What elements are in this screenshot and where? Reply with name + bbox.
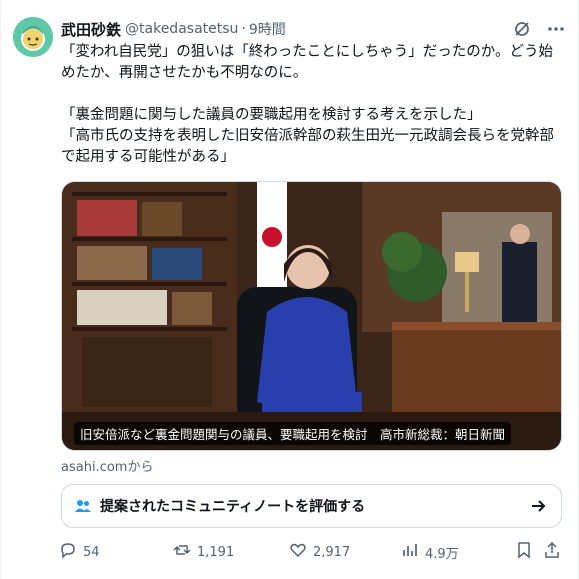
author-name[interactable]: 武田砂鉄 (61, 19, 121, 40)
news-photo (62, 182, 561, 450)
post-card[interactable]: 武田砂鉄 @takedasatetsu · 9時間 「変われ自民党」の狙いは「終… (0, 0, 579, 579)
reply-icon (59, 541, 77, 563)
like-count: 2,917 (313, 544, 351, 560)
header-icons (512, 18, 566, 40)
views-button[interactable]: 4.9万 (401, 541, 459, 563)
community-note-button[interactable]: 提案されたコミュニティノートを評価する (61, 484, 562, 528)
post-line: 「変われ自民党」の狙いは「終わったことにしちゃう」だったのか。どう始 (61, 44, 553, 60)
article-caption[interactable]: 旧安倍派など裏金問題関与の議員、要職起用を検討 高市新総裁：朝日新聞 (74, 422, 512, 445)
separator: · (241, 21, 246, 37)
reply-count: 54 (83, 544, 100, 560)
views-icon (401, 541, 419, 563)
reply-button[interactable]: 54 (59, 541, 100, 563)
share-icon (543, 541, 561, 563)
article-card-image[interactable]: 旧安倍派など裏金問題関与の議員、要職起用を検討 高市新総裁：朝日新聞 (61, 181, 562, 451)
post-text: 「変われ自民党」の狙いは「終わったことにしちゃう」だったのか。どう始 めたか、再… (61, 42, 566, 168)
repost-icon (173, 541, 191, 563)
post-quote: 「裏金問題に関与した議員の要職起用を検討する考えを示した」 (61, 107, 482, 123)
views-count: 4.9万 (425, 546, 459, 562)
article-source[interactable]: asahi.comから (61, 456, 153, 475)
repost-button[interactable]: 1,191 (173, 541, 234, 563)
bookmark-icon (515, 541, 533, 563)
bookmark-button[interactable] (515, 541, 533, 563)
post-quote: 「高市氏の支持を表明した旧安倍派幹部の萩生田光一元政調会長らを党幹部 (61, 128, 554, 144)
action-bar: 54 1,191 2,917 4.9万 (59, 541, 564, 563)
people-icon (74, 497, 92, 515)
author-handle[interactable]: @takedasatetsu (125, 21, 238, 37)
arrow-right-icon (529, 497, 547, 515)
post-quote: で起用する可能性がある」 (61, 149, 235, 165)
more-icon[interactable] (546, 19, 566, 39)
share-button[interactable] (543, 541, 561, 563)
avatar[interactable] (13, 17, 53, 57)
post-line: めたか、再開させたかも不明なのに。 (61, 65, 308, 81)
post-header: 武田砂鉄 @takedasatetsu · 9時間 (61, 18, 566, 40)
like-icon (289, 541, 307, 563)
community-note-label: 提案されたコミュニティノートを評価する (100, 499, 366, 515)
post-time[interactable]: 9時間 (249, 19, 286, 39)
repost-count: 1,191 (197, 544, 235, 560)
grok-icon[interactable] (512, 19, 532, 39)
like-button[interactable]: 2,917 (289, 541, 350, 563)
